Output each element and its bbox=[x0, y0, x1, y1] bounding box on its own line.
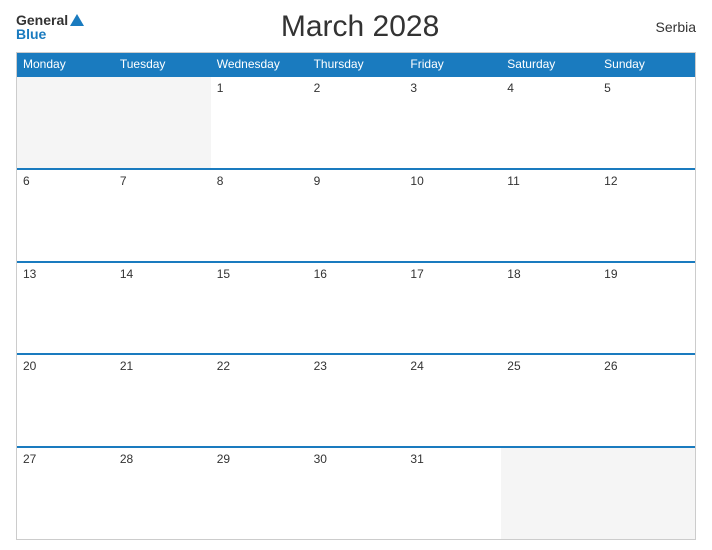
calendar-cell: 21 bbox=[114, 355, 211, 446]
calendar-cell bbox=[17, 77, 114, 168]
calendar-cell: 19 bbox=[598, 263, 695, 354]
calendar-cell: 14 bbox=[114, 263, 211, 354]
calendar: MondayTuesdayWednesdayThursdayFridaySatu… bbox=[16, 52, 696, 540]
calendar-cell: 22 bbox=[211, 355, 308, 446]
day-number: 20 bbox=[23, 359, 108, 373]
day-number: 9 bbox=[314, 174, 399, 188]
day-number: 27 bbox=[23, 452, 108, 466]
calendar-cell: 29 bbox=[211, 448, 308, 539]
day-number: 4 bbox=[507, 81, 592, 95]
header: General Blue March 2028 Serbia bbox=[16, 10, 696, 44]
day-number: 30 bbox=[314, 452, 399, 466]
calendar-week: 6789 10 11 12 bbox=[17, 168, 695, 261]
day-number: 24 bbox=[410, 359, 495, 373]
calendar-cell: 31 bbox=[404, 448, 501, 539]
calendar-cell: 7 bbox=[114, 170, 211, 261]
calendar-week: 12345 bbox=[17, 75, 695, 168]
calendar-cell: 1 bbox=[211, 77, 308, 168]
day-number: 5 bbox=[604, 81, 689, 95]
calendar-cell: 2 bbox=[308, 77, 405, 168]
day-number: 31 bbox=[410, 452, 495, 466]
day-number: 22 bbox=[217, 359, 302, 373]
day-number: 1 bbox=[217, 81, 302, 95]
day-number: 23 bbox=[314, 359, 399, 373]
calendar-header-cell: Friday bbox=[404, 53, 501, 75]
logo: General Blue bbox=[16, 13, 84, 41]
day-number: 18 bbox=[507, 267, 592, 281]
calendar-week: 20 21 22 23 24 25 26 bbox=[17, 353, 695, 446]
day-number: 6 bbox=[23, 174, 108, 188]
calendar-cell: 18 bbox=[501, 263, 598, 354]
day-number: 28 bbox=[120, 452, 205, 466]
calendar-cell: 23 bbox=[308, 355, 405, 446]
calendar-cell: 4 bbox=[501, 77, 598, 168]
calendar-cell: 27 bbox=[17, 448, 114, 539]
day-number: 11 bbox=[507, 174, 592, 188]
calendar-cell: 9 bbox=[308, 170, 405, 261]
calendar-header: MondayTuesdayWednesdayThursdayFridaySatu… bbox=[17, 53, 695, 75]
day-number: 8 bbox=[217, 174, 302, 188]
day-number: 29 bbox=[217, 452, 302, 466]
calendar-cell: 28 bbox=[114, 448, 211, 539]
calendar-header-cell: Sunday bbox=[598, 53, 695, 75]
page: General Blue March 2028 Serbia MondayTue… bbox=[0, 0, 712, 550]
calendar-cell: 6 bbox=[17, 170, 114, 261]
calendar-cell bbox=[114, 77, 211, 168]
calendar-cell: 15 bbox=[211, 263, 308, 354]
day-number: 3 bbox=[410, 81, 495, 95]
calendar-cell: 13 bbox=[17, 263, 114, 354]
day-number: 17 bbox=[410, 267, 495, 281]
calendar-cell bbox=[501, 448, 598, 539]
calendar-cell: 25 bbox=[501, 355, 598, 446]
logo-triangle-icon bbox=[70, 14, 84, 26]
calendar-cell: 17 bbox=[404, 263, 501, 354]
day-number: 25 bbox=[507, 359, 592, 373]
day-number: 16 bbox=[314, 267, 399, 281]
calendar-cell bbox=[598, 448, 695, 539]
calendar-header-cell: Thursday bbox=[308, 53, 405, 75]
calendar-header-cell: Monday bbox=[17, 53, 114, 75]
day-number: 12 bbox=[604, 174, 689, 188]
day-number: 13 bbox=[23, 267, 108, 281]
day-number: 14 bbox=[120, 267, 205, 281]
day-number: 26 bbox=[604, 359, 689, 373]
day-number: 15 bbox=[217, 267, 302, 281]
calendar-cell: 10 bbox=[404, 170, 501, 261]
country-label: Serbia bbox=[636, 19, 696, 35]
logo-blue-text: Blue bbox=[16, 27, 46, 41]
calendar-cell: 24 bbox=[404, 355, 501, 446]
calendar-header-cell: Saturday bbox=[501, 53, 598, 75]
calendar-week: 13 14 15 16 17 18 19 bbox=[17, 261, 695, 354]
calendar-cell: 30 bbox=[308, 448, 405, 539]
day-number: 21 bbox=[120, 359, 205, 373]
day-number: 10 bbox=[410, 174, 495, 188]
day-number: 2 bbox=[314, 81, 399, 95]
calendar-cell: 26 bbox=[598, 355, 695, 446]
calendar-cell: 8 bbox=[211, 170, 308, 261]
calendar-cell: 5 bbox=[598, 77, 695, 168]
calendar-cell: 11 bbox=[501, 170, 598, 261]
calendar-week: 27 28 29 30 31 bbox=[17, 446, 695, 539]
day-number: 7 bbox=[120, 174, 205, 188]
calendar-header-cell: Wednesday bbox=[211, 53, 308, 75]
calendar-body: 1234567891011121314151617181920212223242… bbox=[17, 75, 695, 539]
page-title: March 2028 bbox=[84, 10, 636, 44]
logo-general-text: General bbox=[16, 13, 68, 27]
calendar-cell: 16 bbox=[308, 263, 405, 354]
calendar-header-cell: Tuesday bbox=[114, 53, 211, 75]
calendar-cell: 20 bbox=[17, 355, 114, 446]
day-number: 19 bbox=[604, 267, 689, 281]
calendar-cell: 3 bbox=[404, 77, 501, 168]
calendar-cell: 12 bbox=[598, 170, 695, 261]
